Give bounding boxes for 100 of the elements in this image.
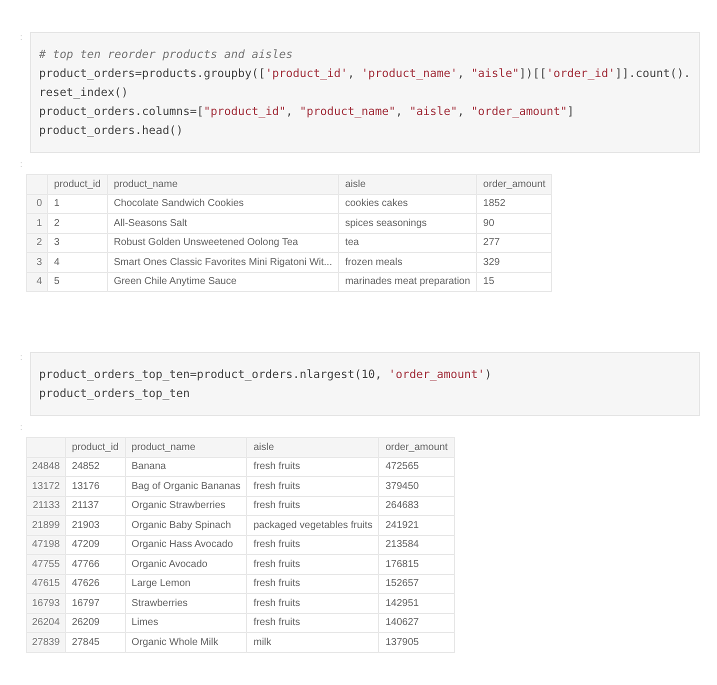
table-cell: tea: [338, 233, 477, 252]
code-cell[interactable]: product_orders_top_ten=product_orders.nlargest(10, 'order_amount') product_orders_top_ten: [30, 352, 700, 416]
cell-prompt: :: [20, 352, 24, 362]
code-text: product_orders=products.groupby([: [39, 66, 266, 80]
table-cell: Large Lemon: [125, 574, 247, 594]
table-cell: 329: [476, 252, 552, 272]
table-cell: fresh fruits: [246, 574, 379, 594]
table-cell: 277: [476, 233, 552, 252]
output-prompt: :: [20, 422, 24, 432]
table-cell: 264683: [378, 496, 454, 516]
table-cell: fresh fruits: [246, 457, 379, 476]
code-text: product_orders.columns=[: [39, 104, 204, 118]
code-string: 'product_id': [265, 66, 348, 80]
table-cell: Banana: [125, 457, 247, 476]
table-cell: fresh fruits: [246, 535, 379, 554]
table-cell: marinades meat preparation: [338, 272, 477, 292]
code-string: "product_name": [300, 104, 396, 118]
row-index: 21899: [26, 516, 66, 535]
column-header: product_name: [125, 438, 247, 457]
column-header: aisle: [338, 174, 477, 194]
code-text: ,: [286, 104, 294, 118]
code-cell[interactable]: [30, 32, 700, 153]
table-cell: 2: [48, 214, 108, 233]
code-text: product_orders_top_ten=product_orders.nlargest(10,: [39, 367, 383, 381]
table-cell: 13176: [65, 476, 126, 496]
table-cell: Organic Whole Milk: [125, 632, 247, 652]
table-cell: 241921: [378, 516, 454, 535]
row-index: 16793: [26, 594, 66, 613]
code-string: 'product_name': [361, 66, 458, 80]
table-cell: 1852: [476, 194, 552, 214]
row-index: 13172: [26, 476, 66, 496]
table-cell: fresh fruits: [246, 594, 379, 613]
table-cell: 4: [48, 252, 108, 272]
table-cell: frozen meals: [338, 252, 477, 272]
table-cell: Organic Avocado: [125, 554, 247, 574]
code-text: ,: [396, 104, 404, 118]
code-string: 'order_id': [546, 66, 616, 80]
row-index: 47615: [26, 574, 66, 594]
table-cell: 176815: [378, 554, 454, 574]
code-text: ]].count().: [615, 66, 691, 80]
table-cell: cookies cakes: [338, 194, 477, 214]
code-string: "order_amount": [471, 104, 568, 118]
table-cell: fresh fruits: [246, 476, 379, 496]
row-index: 2: [26, 233, 48, 252]
table-cell: 21903: [65, 516, 126, 535]
column-header: product_name: [107, 174, 339, 194]
code-string: "aisle": [409, 104, 458, 118]
code-string: 'order_amount': [388, 367, 485, 381]
cell-prompt: :: [20, 32, 24, 42]
table-cell: 47626: [65, 574, 126, 594]
row-index: 24848: [26, 457, 66, 476]
table-cell: Organic Baby Spinach: [125, 516, 247, 535]
code-comment: # top ten reorder products and aisles: [39, 47, 293, 61]
column-header: product_id: [65, 438, 126, 457]
table-cell: 152657: [378, 574, 454, 594]
table-cell: 1: [48, 194, 108, 214]
table-cell: Organic Strawberries: [125, 496, 247, 516]
table-cell: All-Seasons Salt: [107, 214, 339, 233]
table-cell: 47766: [65, 554, 126, 574]
row-index: 4: [26, 272, 48, 292]
table-cell: 21137: [65, 496, 126, 516]
table-cell: spices seasonings: [338, 214, 477, 233]
code-text: ): [484, 367, 492, 381]
column-header: product_id: [48, 174, 108, 194]
table-cell: Bag of Organic Bananas: [125, 476, 247, 496]
table-cell: 90: [476, 214, 552, 233]
table-cell: 24852: [65, 457, 126, 476]
row-index: 47755: [26, 554, 66, 574]
row-index: 47198: [26, 535, 66, 554]
table-cell: 142951: [378, 594, 454, 613]
table-cell: milk: [246, 632, 379, 652]
row-index: 27839: [26, 632, 66, 652]
code-text: product_orders.head(): [39, 123, 184, 137]
table-cell: Robust Golden Unsweetened Oolong Tea: [107, 233, 339, 252]
table-cell: Chocolate Sandwich Cookies: [107, 194, 339, 214]
code-text: product_orders_top_ten: [39, 386, 190, 400]
code-string: "aisle": [471, 66, 520, 80]
table-cell: fresh fruits: [246, 554, 379, 574]
table-cell: 213584: [378, 535, 454, 554]
table-cell: Green Chile Anytime Sauce: [107, 272, 339, 292]
table-cell: packaged vegetables fruits: [246, 516, 379, 535]
output-prompt: :: [20, 159, 24, 169]
table-cell: 379450: [378, 476, 454, 496]
table-cell: Organic Hass Avocado: [125, 535, 247, 554]
column-header: aisle: [246, 438, 379, 457]
table-cell: 5: [48, 272, 108, 292]
code-text: ]: [567, 104, 574, 118]
row-index: 0: [26, 194, 48, 214]
table-cell: fresh fruits: [246, 613, 379, 632]
code-string: "product_id": [204, 104, 286, 118]
code-text: ,: [457, 66, 466, 80]
table-cell: Limes: [125, 613, 247, 632]
code-text: ,: [457, 104, 466, 118]
table-cell: 47209: [65, 535, 126, 554]
table-cell: Smart Ones Classic Favorites Mini Rigatoni Wit...: [107, 252, 339, 272]
code-text: ,: [348, 66, 356, 80]
row-index: 3: [26, 252, 48, 272]
table-cell: 3: [48, 233, 108, 252]
table-cell: Strawberries: [125, 594, 247, 613]
table-cell: 140627: [378, 613, 454, 632]
